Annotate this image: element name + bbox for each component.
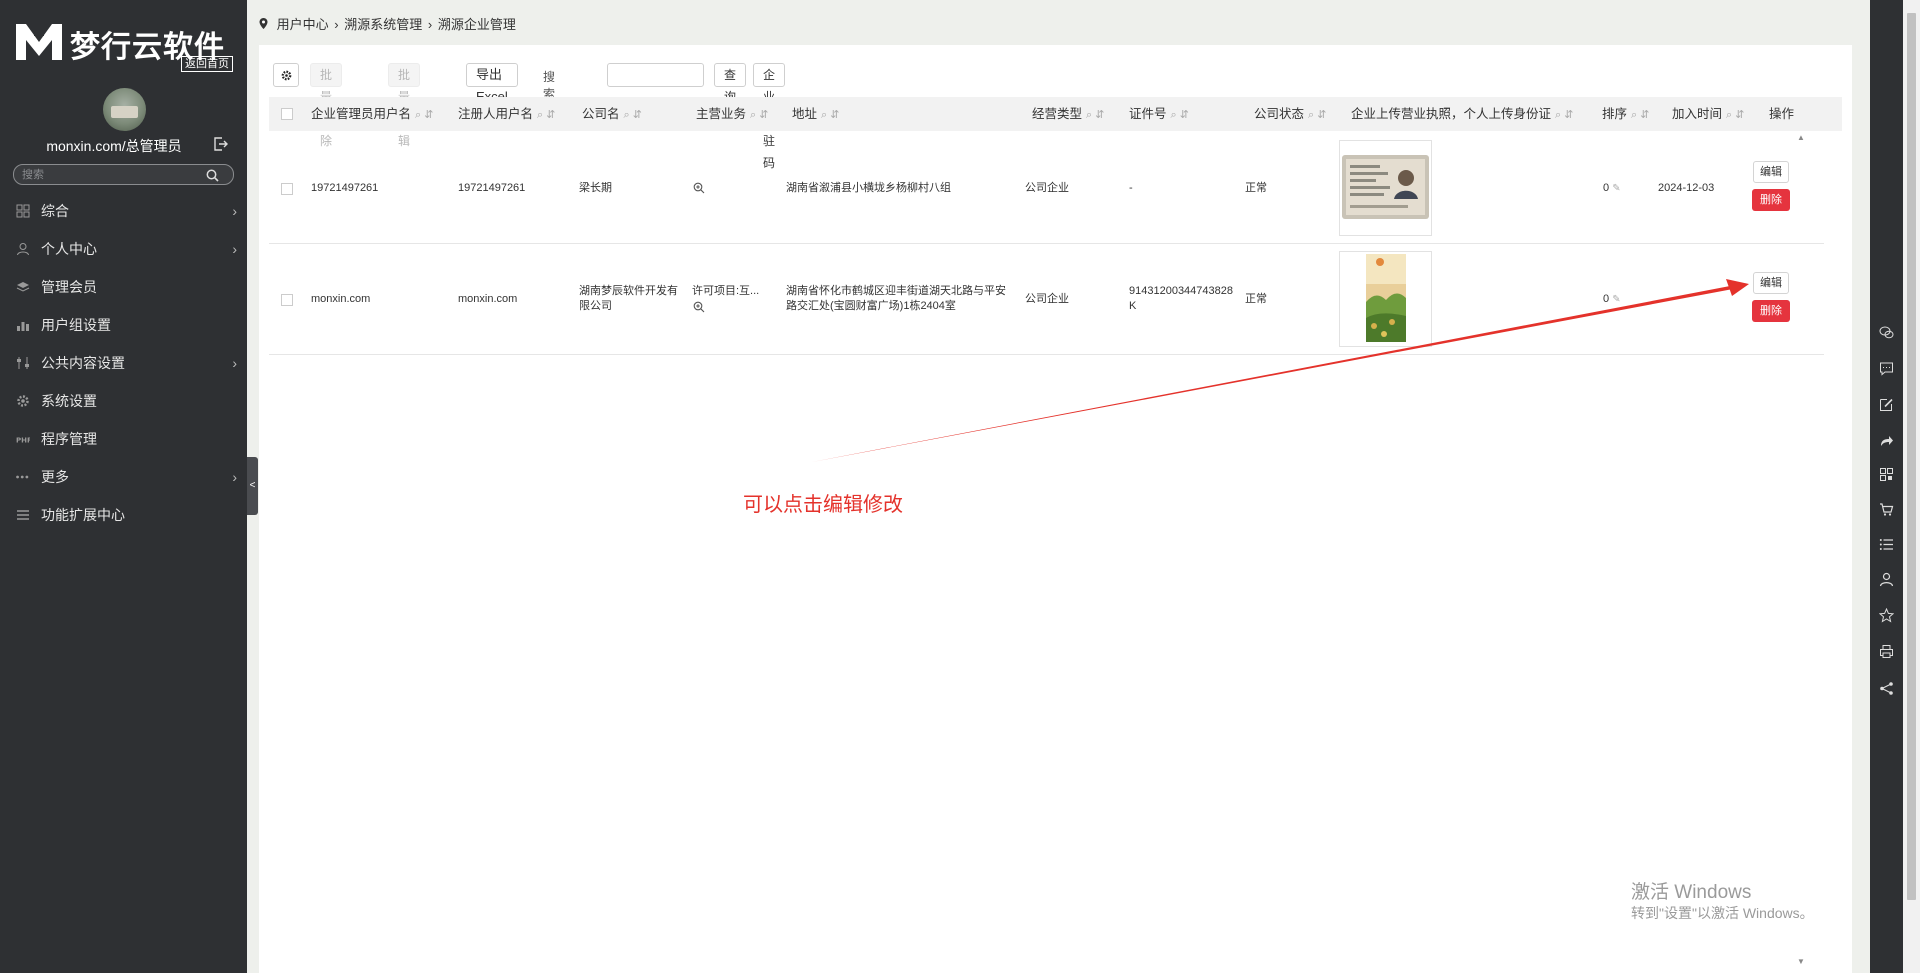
share-icon[interactable] (1879, 681, 1894, 696)
windows-watermark-sub: 转到"设置"以激活 Windows。 (1631, 905, 1814, 921)
cart-icon[interactable] (1879, 502, 1894, 517)
annotation-arrow (812, 279, 1749, 462)
person-icon[interactable] (1879, 572, 1894, 587)
edit-icon[interactable] (1879, 397, 1894, 412)
arrow-shaft (812, 286, 1733, 462)
star-icon[interactable] (1879, 608, 1894, 623)
windows-watermark-title: 激活 Windows (1631, 882, 1752, 903)
scrollbar-thumb[interactable] (1907, 13, 1916, 900)
right-toolbar (1870, 0, 1903, 973)
annotation-note: 可以点击编辑修改 (743, 494, 903, 516)
page-scrollbar[interactable] (1903, 0, 1920, 973)
share-arrow-icon[interactable] (1879, 433, 1894, 448)
printer-icon[interactable] (1879, 644, 1894, 659)
chat-bubbles-icon[interactable] (1879, 325, 1894, 340)
qrcode-icon[interactable] (1879, 467, 1894, 482)
comment-icon[interactable] (1879, 361, 1894, 376)
arrow-head (1726, 279, 1749, 296)
list-icon[interactable] (1879, 537, 1894, 552)
